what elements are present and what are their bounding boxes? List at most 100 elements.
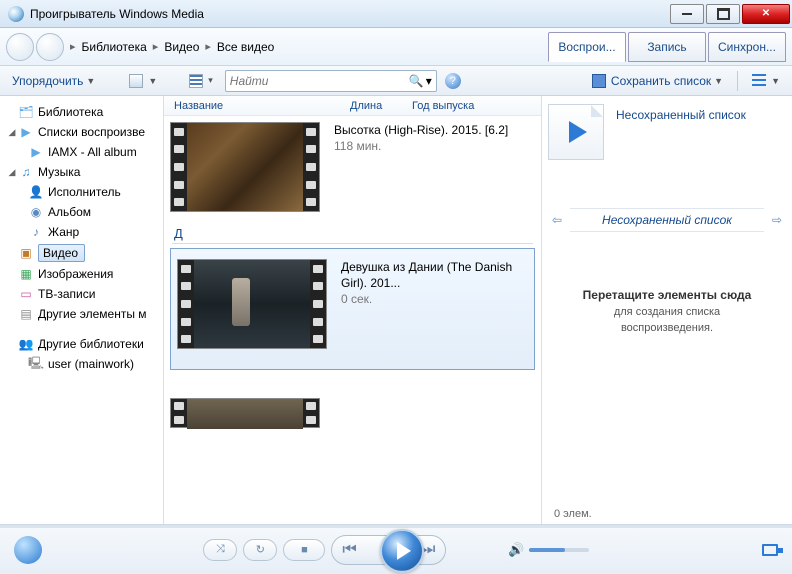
stream-icon xyxy=(129,74,143,88)
col-year[interactable]: Год выпуска xyxy=(408,100,541,112)
sidebar-other-media[interactable]: ▤Другие элементы м xyxy=(2,304,161,324)
video-item-selected[interactable]: Девушка из Дании (The Danish Girl). 201.… xyxy=(170,248,535,370)
sidebar-video[interactable]: ▣Видео xyxy=(2,242,161,264)
network-icon: 👥 xyxy=(18,336,34,352)
app-icon xyxy=(8,6,24,22)
sidebar-other-libs[interactable]: 👥Другие библиотеки xyxy=(2,334,161,354)
maximize-button[interactable] xyxy=(706,4,740,24)
now-playing-view-button[interactable] xyxy=(762,544,778,556)
video-item[interactable]: Высотка (High-Rise). 2015. [6.2] 118 мин… xyxy=(164,116,541,222)
volume-icon[interactable]: 🔊 xyxy=(508,542,524,558)
tv-icon: ▭ xyxy=(18,286,34,302)
col-length[interactable]: Длина xyxy=(346,100,408,112)
sidebar: 🗂Библиотека ◢▶Списки воспроизве ▶IAMX - … xyxy=(0,96,164,524)
images-icon: ▦ xyxy=(18,266,34,282)
play-button[interactable] xyxy=(380,528,424,572)
crumb-library[interactable]: Библиотека xyxy=(82,40,147,54)
minimize-button[interactable] xyxy=(670,4,704,24)
media-guide-button[interactable] xyxy=(14,536,42,564)
search-input[interactable] xyxy=(230,74,409,88)
genre-icon: ♪ xyxy=(28,224,44,240)
tab-play[interactable]: Воспрои... xyxy=(548,32,626,62)
layout-icon xyxy=(189,74,203,88)
library-icon: 🗂 xyxy=(18,104,34,120)
options-button[interactable]: ▼ xyxy=(746,71,786,91)
organize-button[interactable]: Упорядочить ▼ xyxy=(6,71,101,91)
stop-button[interactable]: ■ xyxy=(283,539,325,561)
playlist-name[interactable]: Несохраненный список xyxy=(570,208,764,232)
computer-icon: 🖳 xyxy=(28,356,44,372)
play-icon xyxy=(569,121,587,143)
sidebar-tv[interactable]: ▭ТВ-записи xyxy=(2,284,161,304)
crumb-video[interactable]: Видео xyxy=(164,40,199,54)
sidebar-playlists[interactable]: ◢▶Списки воспроизве xyxy=(2,122,161,142)
sidebar-images[interactable]: ▦Изображения xyxy=(2,264,161,284)
video-thumbnail xyxy=(170,398,320,428)
chevron-down-icon: ▼ xyxy=(86,76,95,86)
next-playlist-button[interactable]: ⇨ xyxy=(768,213,786,227)
help-button[interactable]: ? xyxy=(445,73,461,89)
group-header: Д xyxy=(164,222,541,243)
playlist-doc-icon xyxy=(548,104,604,160)
close-button[interactable] xyxy=(742,4,790,24)
column-headers: Название Длина Год выпуска xyxy=(164,96,541,116)
drop-zone[interactable]: Перетащите элементы сюда для создания сп… xyxy=(548,288,786,334)
stream-button[interactable]: ▼ xyxy=(123,71,163,91)
search-icon[interactable]: 🔍 xyxy=(409,74,424,88)
forward-button[interactable] xyxy=(36,33,64,61)
chevron-right-icon: ▸ xyxy=(153,40,159,53)
sidebar-user[interactable]: 🖳user (mainwork) xyxy=(2,354,161,374)
volume-slider[interactable] xyxy=(529,548,589,552)
playlist-title[interactable]: Несохраненный список xyxy=(616,104,746,122)
video-thumbnail xyxy=(177,259,327,349)
toolbar: Упорядочить ▼ ▼ ▾ 🔍▾ ? Сохранить список … xyxy=(0,66,792,96)
video-icon: ▣ xyxy=(18,245,34,261)
crumb-all-video[interactable]: Все видео xyxy=(217,40,274,54)
chevron-down-icon: ▼ xyxy=(148,76,157,86)
chevron-down-icon: ▼ xyxy=(771,76,780,86)
view-layout-button[interactable]: ▾ xyxy=(183,71,219,91)
video-title: Девушка из Дании (The Danish Girl). 201.… xyxy=(341,259,528,291)
collapse-icon[interactable]: ◢ xyxy=(6,167,18,178)
collapse-icon[interactable]: ◢ xyxy=(6,127,18,138)
search-box[interactable]: 🔍▾ xyxy=(225,70,437,92)
video-item[interactable] xyxy=(164,374,541,438)
window-title: Проигрыватель Windows Media xyxy=(30,7,668,21)
save-list-button[interactable]: Сохранить список ▼ xyxy=(586,71,729,91)
sidebar-genre[interactable]: ♪Жанр xyxy=(2,222,161,242)
chevron-down-icon: ▾ xyxy=(208,75,213,86)
chevron-right-icon: ▸ xyxy=(205,40,211,53)
save-icon xyxy=(592,74,606,88)
col-name[interactable]: Название xyxy=(170,100,346,112)
sidebar-library[interactable]: 🗂Библиотека xyxy=(2,102,161,122)
playlist-item-icon: ▶ xyxy=(28,144,44,160)
tab-burn[interactable]: Запись xyxy=(628,32,706,62)
sidebar-playlist-item[interactable]: ▶IAMX - All album xyxy=(2,142,161,162)
prev-playlist-button[interactable]: ⇦ xyxy=(548,213,566,227)
playlist-panel: Несохраненный список ⇦ Несохраненный спи… xyxy=(542,96,792,524)
prev-button[interactable]: ⏮ xyxy=(342,541,356,559)
chevron-down-icon[interactable]: ▾ xyxy=(426,74,432,88)
chevron-down-icon: ▼ xyxy=(714,76,723,86)
titlebar: Проигрыватель Windows Media xyxy=(0,0,792,28)
music-icon: ♫ xyxy=(18,164,34,180)
sidebar-album[interactable]: ◉Альбом xyxy=(2,202,161,222)
drop-sub1: для создания списка xyxy=(548,306,786,318)
playlist-icon: ▶ xyxy=(18,124,34,140)
organize-label: Упорядочить xyxy=(12,74,83,88)
video-duration: 0 сек. xyxy=(341,291,528,307)
back-button[interactable] xyxy=(6,33,34,61)
nav-row: ▸ Библиотека ▸ Видео ▸ Все видео Воспрои… xyxy=(0,28,792,66)
group-rule xyxy=(172,243,533,244)
other-media-icon: ▤ xyxy=(18,306,34,322)
shuffle-button[interactable]: ⤨ xyxy=(203,539,237,561)
sidebar-music[interactable]: ◢♫Музыка xyxy=(2,162,161,182)
repeat-button[interactable]: ↻ xyxy=(243,539,277,561)
album-icon: ◉ xyxy=(28,204,44,220)
progress-track[interactable] xyxy=(0,525,792,528)
artist-icon: 👤 xyxy=(28,184,44,200)
save-list-label: Сохранить список xyxy=(611,74,711,88)
tab-sync[interactable]: Синхрон... xyxy=(708,32,786,62)
sidebar-artist[interactable]: 👤Исполнитель xyxy=(2,182,161,202)
playlist-count: 0 элем. xyxy=(554,508,592,520)
